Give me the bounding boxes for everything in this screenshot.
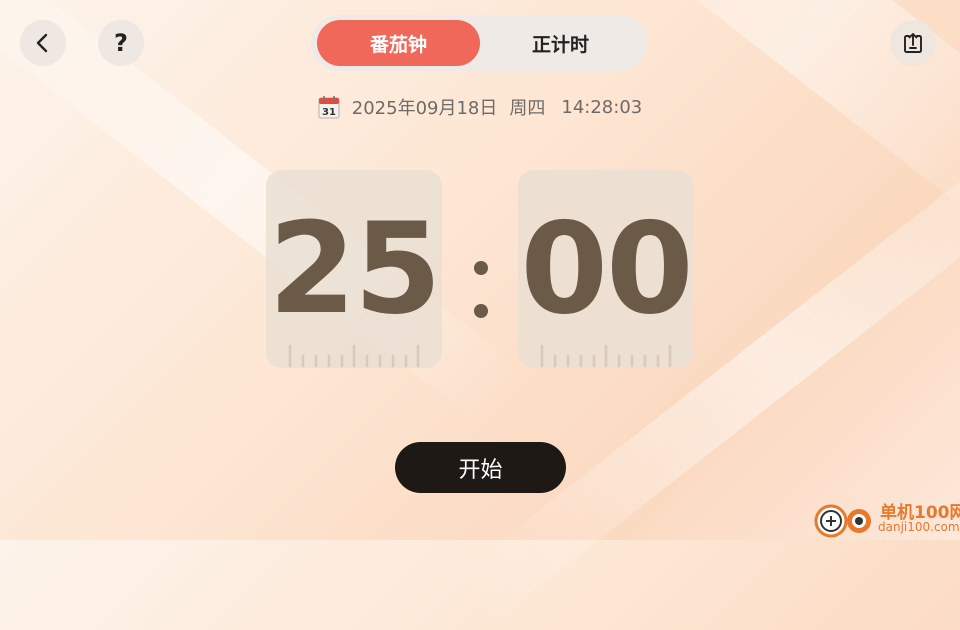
colon-separator (474, 304, 488, 318)
minutes-digits: 25 (268, 195, 441, 342)
datetime-row: 31 2025年09月18日 周四 14:28:03 (0, 94, 960, 120)
calendar-day-number: 31 (322, 107, 336, 118)
mode-toggle: 番茄钟 正计时 (311, 15, 648, 71)
watermark-url: danji100.com (878, 520, 960, 534)
seconds-tick-ruler (540, 344, 672, 368)
watermark: 单机100网 danji100.com (808, 496, 960, 540)
weekday-text: 周四 (509, 98, 546, 119)
seconds-card: 00 (518, 170, 694, 368)
watermark-logo-icon (814, 504, 871, 538)
share-button[interactable] (890, 20, 936, 66)
colon-separator (474, 261, 488, 275)
date-text: 2025年09月18日 (351, 98, 498, 119)
clipboard-share-icon (904, 33, 922, 53)
help-button[interactable]: ? (98, 20, 144, 66)
seconds-digits: 00 (520, 195, 693, 342)
chevron-left-icon (36, 33, 48, 53)
back-button[interactable] (20, 20, 66, 66)
minutes-card: 25 (266, 170, 442, 368)
question-icon: ? (114, 29, 128, 57)
start-button[interactable]: 开始 (395, 442, 566, 493)
clock-time-text: 14:28:03 (561, 96, 643, 118)
tab-pomodoro[interactable]: 番茄钟 (317, 20, 480, 66)
calendar-icon: 31 (318, 96, 340, 119)
minutes-tick-ruler (288, 344, 420, 368)
tab-count-up[interactable]: 正计时 (479, 20, 642, 66)
